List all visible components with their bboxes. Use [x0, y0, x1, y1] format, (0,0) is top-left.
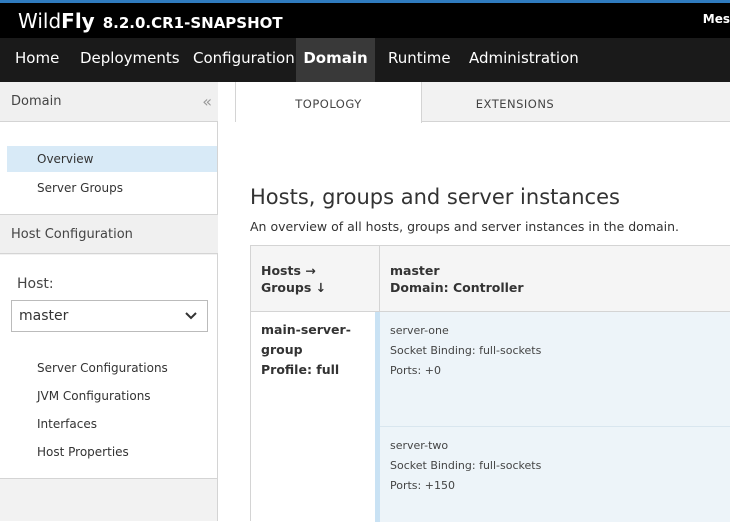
host-name: master — [390, 263, 440, 278]
server-cell-server-two[interactable]: server-two Socket Binding: full-sockets … — [380, 426, 730, 522]
domain-links-section: Overview Server Groups — [0, 122, 217, 214]
server-name: server-one — [390, 324, 449, 337]
tab-strip: TOPOLOGY EXTENSIONS — [235, 82, 730, 123]
sidebar-item-server-groups[interactable]: Server Groups — [7, 175, 217, 201]
sidebar-item-jvm-configurations[interactable]: JVM Configurations — [7, 383, 217, 409]
table-corner-header: Hosts → Groups ↓ — [251, 246, 380, 312]
group-cell-main-server-group[interactable]: main-server-group Profile: full — [251, 312, 375, 522]
hosts-axis-label: Hosts → — [261, 263, 316, 278]
chevron-down-icon — [185, 301, 197, 331]
server-socket-binding: Socket Binding: full-sockets — [390, 344, 542, 357]
sidebar: Domain « Overview Server Groups Host Con… — [0, 82, 218, 521]
nav-runtime[interactable]: Runtime — [376, 38, 463, 82]
nav-configuration[interactable]: Configuration — [181, 38, 307, 82]
server-cell-server-one[interactable]: server-one Socket Binding: full-sockets … — [380, 312, 730, 426]
host-label: Host: — [17, 276, 54, 292]
sidebar-item-host-properties[interactable]: Host Properties — [7, 439, 217, 465]
server-name: server-two — [390, 439, 449, 452]
sidebar-title: Domain — [11, 94, 62, 109]
host-select[interactable]: master — [11, 300, 208, 332]
host-config-title: Host Configuration — [11, 227, 133, 242]
main-nav: Home Deployments Configuration Domain Ru… — [0, 38, 730, 83]
brand-wild: Wild — [18, 9, 62, 33]
page-title: Hosts, groups and server instances — [250, 185, 620, 209]
main-content: TOPOLOGY EXTENSIONS Hosts, groups and se… — [218, 82, 730, 522]
nav-home[interactable]: Home — [3, 38, 71, 82]
wildfly-logo: WildFly 8.2.0.CR1-SNAPSHOT — [18, 9, 283, 33]
sidebar-header-domain: Domain « — [0, 82, 218, 122]
groups-axis-label: Groups ↓ — [261, 280, 327, 295]
tab-topology[interactable]: TOPOLOGY — [236, 82, 422, 123]
page-description: An overview of all hosts, groups and ser… — [250, 219, 680, 234]
group-profile: Profile: full — [261, 362, 340, 377]
topology-table: Hosts → Groups ↓ master Domain: Controll… — [250, 245, 730, 522]
top-bar: WildFly 8.2.0.CR1-SNAPSHOT Mes — [0, 0, 730, 38]
nav-deployments[interactable]: Deployments — [68, 38, 192, 82]
server-ports: Ports: +150 — [390, 479, 455, 492]
nav-domain[interactable]: Domain — [296, 38, 375, 82]
sidebar-item-overview[interactable]: Overview — [7, 146, 217, 172]
sidebar-header-host-configuration: Host Configuration — [0, 214, 218, 254]
host-header-master[interactable]: master Domain: Controller — [380, 246, 730, 312]
sidebar-item-interfaces[interactable]: Interfaces — [7, 411, 217, 437]
brand-fly: Fly — [61, 9, 95, 33]
server-socket-binding: Socket Binding: full-sockets — [390, 459, 542, 472]
group-name: main-server-group — [261, 322, 351, 357]
host-role: Domain: Controller — [390, 280, 524, 295]
user-menu[interactable]: Mes — [703, 12, 730, 26]
server-ports: Ports: +0 — [390, 364, 441, 377]
sidebar-item-server-configurations[interactable]: Server Configurations — [7, 355, 217, 381]
host-select-value: master — [19, 308, 69, 324]
nav-administration[interactable]: Administration — [457, 38, 591, 82]
collapse-sidebar-icon[interactable]: « — [202, 82, 212, 122]
sidebar-divider — [0, 478, 217, 479]
version-label: 8.2.0.CR1-SNAPSHOT — [102, 14, 283, 32]
tab-extensions[interactable]: EXTENSIONS — [422, 82, 608, 122]
